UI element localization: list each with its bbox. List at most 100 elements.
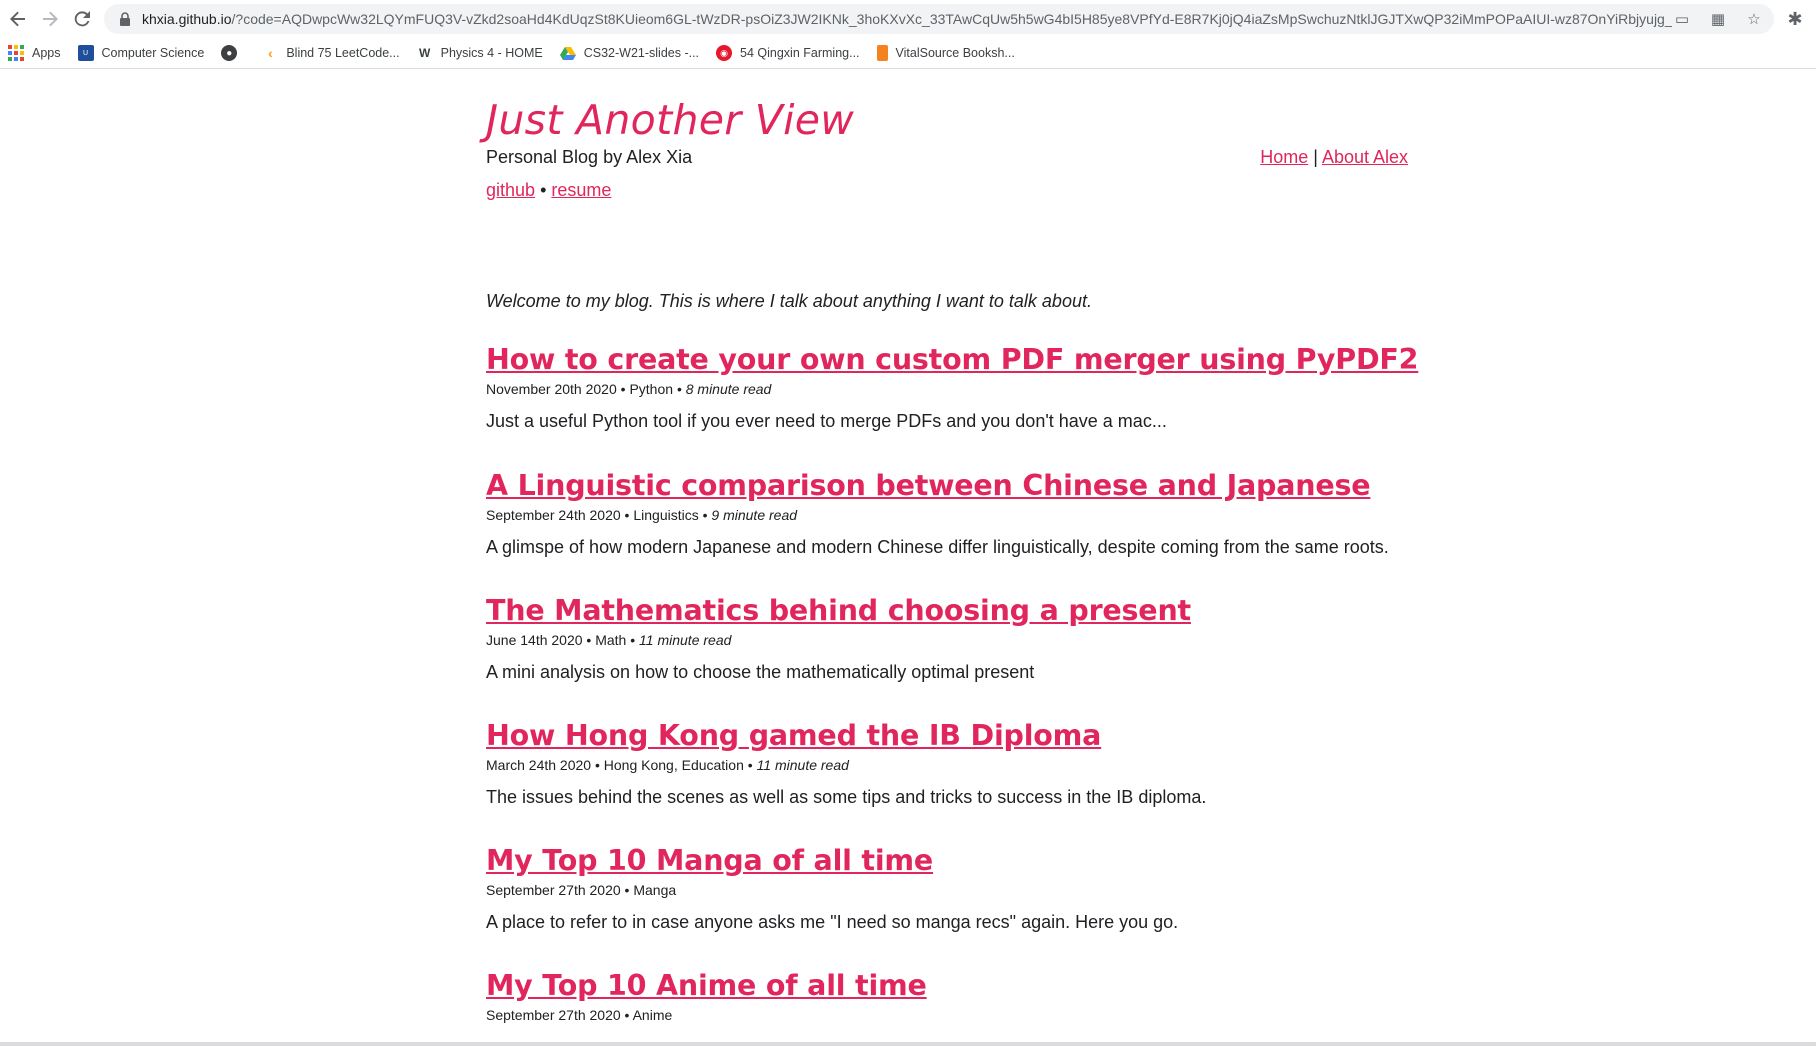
meta-separator: • bbox=[594, 757, 600, 773]
post-date: June 14th 2020 bbox=[486, 632, 583, 648]
nav-separator: | bbox=[1313, 147, 1318, 167]
google-drive-icon bbox=[559, 47, 576, 60]
about-link[interactable]: About Alex bbox=[1322, 147, 1408, 167]
profile-links: github • resume bbox=[486, 180, 611, 201]
bookmarks-bar: Apps U Computer Science ● ‹ Blind 75 Lee… bbox=[0, 38, 1816, 69]
meta-separator: • bbox=[747, 757, 753, 773]
apps-grid-icon bbox=[8, 45, 24, 61]
post-excerpt: The issues behind the scenes as well as … bbox=[486, 787, 1207, 807]
post-meta: June 14th 2020 • Math • 11 minute read bbox=[486, 632, 1408, 648]
post-read-time: 8 minute read bbox=[685, 381, 772, 397]
bookmark-label: CS32-W21-slides -... bbox=[583, 46, 700, 60]
page-viewport: Just Another View Personal Blog by Alex … bbox=[0, 70, 1816, 1046]
qr-code-icon[interactable]: ▦ bbox=[1708, 9, 1728, 29]
meta-separator: • bbox=[586, 632, 592, 648]
home-link[interactable]: Home bbox=[1260, 147, 1308, 167]
post-excerpt: A glimspe of how modern Japanese and mod… bbox=[486, 537, 1389, 557]
post-title-link[interactable]: The Mathematics behind choosing a presen… bbox=[486, 594, 1408, 627]
post-item: How to create your own custom PDF merger… bbox=[486, 343, 1419, 432]
extensions-puzzle-icon[interactable]: ✱ bbox=[1782, 6, 1808, 32]
post-category: Manga bbox=[633, 882, 677, 898]
reload-button[interactable] bbox=[66, 3, 98, 35]
post-meta: March 24th 2020 • Hong Kong, Education •… bbox=[486, 757, 1408, 773]
meta-separator: • bbox=[624, 507, 630, 523]
post-category: Hong Kong, Education bbox=[603, 757, 744, 773]
post-date: September 24th 2020 bbox=[486, 507, 621, 523]
post-meta: November 20th 2020 • Python • 8 minute r… bbox=[486, 381, 1408, 397]
post-title-link[interactable]: My Top 10 Manga of all time bbox=[486, 844, 1408, 877]
post-title-link[interactable]: My Top 10 Anime of all time bbox=[486, 969, 1408, 1002]
post-category: Math bbox=[595, 632, 627, 648]
post-category: Anime bbox=[632, 1007, 673, 1023]
back-button[interactable] bbox=[2, 3, 34, 35]
intro-text: Welcome to my blog. This is where I talk… bbox=[486, 291, 1092, 311]
post-date: March 24th 2020 bbox=[486, 757, 592, 773]
post-title-link[interactable]: How Hong Kong gamed the IB Diploma bbox=[486, 719, 1408, 752]
bookmark-label: 54 Qingxin Farming... bbox=[740, 46, 860, 60]
top-nav: Home | About Alex bbox=[1260, 147, 1408, 168]
bookmark-label: Computer Science bbox=[101, 46, 205, 60]
weibo-icon: ◉ bbox=[716, 45, 733, 61]
bookmark-label: Blind 75 LeetCode... bbox=[286, 46, 400, 60]
arrow-left-icon bbox=[10, 11, 25, 27]
post-date: November 20th 2020 bbox=[486, 381, 617, 397]
star-bookmark-icon[interactable]: ☆ bbox=[1744, 9, 1764, 29]
meta-separator: • bbox=[702, 507, 708, 523]
ucla-icon: U bbox=[77, 45, 94, 61]
cast-icon[interactable]: ▭ bbox=[1672, 9, 1692, 29]
post-item: My Top 10 Anime of all time September 27… bbox=[486, 969, 1408, 1023]
meta-separator: • bbox=[620, 381, 626, 397]
post-title-link[interactable]: A Linguistic comparison between Chinese … bbox=[486, 469, 1408, 502]
resume-link[interactable]: resume bbox=[551, 180, 611, 200]
bookmark-label: Apps bbox=[32, 46, 61, 60]
leetcode-icon: ‹ bbox=[262, 45, 279, 61]
post-category: Linguistics bbox=[633, 507, 699, 523]
browser-toolbar: khxia.github.io/?code=AQDwpcWw32LQYmFUQ3… bbox=[0, 0, 1816, 38]
post-excerpt: Just a useful Python tool if you ever ne… bbox=[486, 411, 1167, 431]
post-title-link[interactable]: How to create your own custom PDF merger… bbox=[486, 343, 1419, 376]
post-item: A Linguistic comparison between Chinese … bbox=[486, 469, 1408, 558]
url-path: /?code=AQDwpcWw32LQYmFUQ3V-vZkd2soaHd4Kd… bbox=[231, 11, 1672, 27]
link-separator: • bbox=[540, 180, 547, 200]
reload-icon bbox=[74, 11, 90, 27]
post-date: September 27th 2020 bbox=[486, 1007, 621, 1023]
bookmark-label: Physics 4 - HOME bbox=[440, 46, 543, 60]
bookmark-vitalsource[interactable]: VitalSource Booksh... bbox=[876, 45, 1015, 61]
globe-icon: ● bbox=[221, 45, 238, 61]
post-read-time: 11 minute read bbox=[756, 757, 849, 773]
post-excerpt: A place to refer to in case anyone asks … bbox=[486, 912, 1179, 932]
bookmark-apps[interactable]: Apps bbox=[8, 45, 61, 61]
meta-separator: • bbox=[624, 1007, 630, 1023]
url-host: khxia.github.io bbox=[142, 11, 232, 27]
lock-icon bbox=[120, 12, 130, 26]
vitalsource-icon bbox=[876, 45, 888, 61]
post-item: How Hong Kong gamed the IB Diploma March… bbox=[486, 719, 1408, 808]
address-bar[interactable]: khxia.github.io/?code=AQDwpcWw32LQYmFUQ3… bbox=[104, 4, 1774, 34]
bookmark-blind-75[interactable]: ‹ Blind 75 LeetCode... bbox=[262, 45, 400, 61]
post-read-time: 11 minute read bbox=[639, 632, 732, 648]
post-meta: September 27th 2020 • Manga bbox=[486, 882, 1408, 898]
forward-button[interactable] bbox=[34, 3, 66, 35]
post-item: My Top 10 Manga of all time September 27… bbox=[486, 844, 1408, 933]
meta-separator: • bbox=[676, 381, 682, 397]
meta-separator: • bbox=[624, 882, 630, 898]
weebly-icon: W bbox=[416, 45, 433, 61]
url-text: khxia.github.io/?code=AQDwpcWw32LQYmFUQ3… bbox=[142, 11, 1672, 27]
meta-separator: • bbox=[630, 632, 636, 648]
post-item: The Mathematics behind choosing a presen… bbox=[486, 594, 1408, 683]
bookmark-computer-science[interactable]: U Computer Science bbox=[77, 45, 205, 61]
post-excerpt: A mini analysis on how to choose the mat… bbox=[486, 662, 1035, 682]
window-bottom-edge bbox=[0, 1042, 1816, 1046]
post-meta: September 27th 2020 • Anime bbox=[486, 1007, 1408, 1023]
arrow-right-icon bbox=[43, 11, 58, 27]
post-date: September 27th 2020 bbox=[486, 882, 621, 898]
github-link[interactable]: github bbox=[486, 180, 535, 200]
bookmark-cs32-slides[interactable]: CS32-W21-slides -... bbox=[559, 45, 700, 61]
bookmark-qingxin-farming[interactable]: ◉ 54 Qingxin Farming... bbox=[716, 45, 860, 61]
bookmark-label: VitalSource Booksh... bbox=[895, 46, 1015, 60]
bookmark-physics-4[interactable]: W Physics 4 - HOME bbox=[416, 45, 543, 61]
post-category: Python bbox=[629, 381, 674, 397]
site-subtitle: Personal Blog by Alex Xia bbox=[486, 147, 693, 167]
bookmark-globe[interactable]: ● bbox=[221, 45, 245, 61]
post-read-time: 9 minute read bbox=[711, 507, 798, 523]
